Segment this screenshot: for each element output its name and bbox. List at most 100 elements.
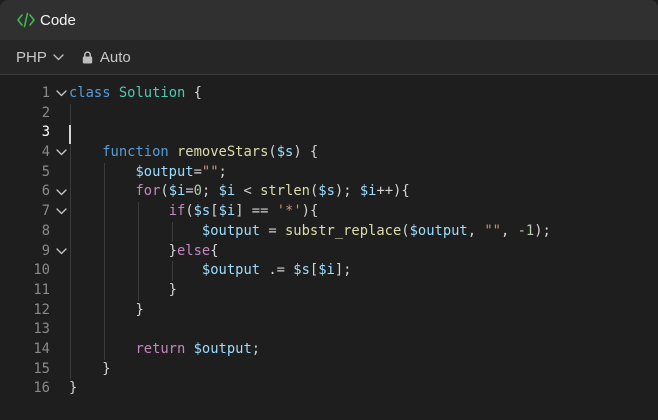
code-token: $output <box>201 262 261 279</box>
code-token: , <box>501 222 518 239</box>
code-token: 0 <box>193 183 202 200</box>
code-token: ( <box>268 144 277 161</box>
code-token: ); <box>334 183 360 200</box>
code-text: } <box>69 360 110 380</box>
code-token: "" <box>201 163 219 180</box>
code-token: < <box>235 183 261 200</box>
code-line[interactable]: 6 for($i=0; $i < strlen($s); $i++){ <box>0 182 658 202</box>
code-text: if($s[$i] == '*'){ <box>69 202 319 222</box>
code-icon <box>16 10 36 30</box>
code-token: ); <box>534 222 551 239</box>
code-token: function <box>102 144 169 161</box>
code-text: $output=""; <box>69 163 227 183</box>
code-token: "" <box>484 222 501 239</box>
chevron-down-icon <box>53 53 64 61</box>
code-token: return <box>135 340 186 357</box>
code-token: = <box>260 222 285 239</box>
lock-icon <box>82 50 93 64</box>
code-line[interactable]: 1 class Solution { <box>0 84 658 104</box>
code-token: ]; <box>334 262 352 279</box>
line-number: 13 <box>33 321 50 338</box>
code-line[interactable]: 8 $output = substr_replace($output, "", … <box>0 222 658 242</box>
code-text: function removeStars($s) { <box>69 143 318 163</box>
code-line[interactable]: 4 function removeStars($s) { <box>0 143 658 163</box>
code-token: ( <box>401 222 410 239</box>
code-line[interactable]: 16} <box>0 379 658 399</box>
code-token: $s <box>293 262 310 279</box>
line-number: 6 <box>41 183 50 200</box>
code-token: ) { <box>293 144 319 161</box>
code-editor[interactable]: 1 class Solution {2 3 4 function removeStar… <box>0 84 658 414</box>
code-line[interactable]: 9 }else{ <box>0 242 658 262</box>
line-number: 3 <box>41 124 50 141</box>
code-token: $i <box>318 262 335 279</box>
code-line[interactable]: 5 $output=""; <box>0 163 658 183</box>
code-line[interactable]: 15 } <box>0 360 658 380</box>
code-token: Solution <box>118 85 186 101</box>
code-token: } <box>69 380 78 397</box>
code-line[interactable]: 10 $output .= $s[$i]; <box>0 261 658 281</box>
code-token: class <box>69 85 111 101</box>
line-number: 10 <box>33 262 50 279</box>
code-token: { <box>210 242 219 259</box>
code-line[interactable]: 12 } <box>0 301 658 321</box>
line-number: 12 <box>33 301 50 318</box>
code-token: substr_replace <box>284 222 402 239</box>
fold-chevron-icon[interactable] <box>54 182 68 202</box>
code-panel: Code PHP Auto 1 class Solution {2 3 4 funct… <box>0 0 658 420</box>
panel-header: Code <box>0 0 658 40</box>
code-line[interactable]: 13 <box>0 320 658 340</box>
line-number: 11 <box>33 281 50 298</box>
code-token: $output <box>201 222 261 239</box>
line-number: 15 <box>33 360 50 377</box>
code-token: ){ <box>301 203 319 220</box>
fold-chevron-icon[interactable] <box>54 84 68 104</box>
code-token: ; <box>201 183 219 200</box>
code-token: else <box>176 242 211 259</box>
code-text: class Solution { <box>69 84 202 104</box>
code-token: } <box>69 281 177 298</box>
code-token: [ <box>309 262 319 279</box>
code-text: } <box>69 379 77 399</box>
code-token: $i <box>359 183 377 200</box>
code-token: '*' <box>276 203 302 220</box>
code-token: $output <box>193 340 252 357</box>
fold-chevron-icon[interactable] <box>54 242 68 262</box>
panel-title: Code <box>40 11 76 29</box>
code-token: $i <box>218 183 236 200</box>
code-line[interactable]: 11 } <box>0 281 658 301</box>
code-token: $output <box>409 222 468 239</box>
line-number: 7 <box>41 203 50 220</box>
code-token: = <box>185 183 194 200</box>
code-line[interactable]: 14 return $output; <box>0 340 658 360</box>
code-line[interactable]: 3 <box>0 123 658 143</box>
editor-toolbar: PHP Auto <box>0 40 658 75</box>
fold-chevron-icon[interactable] <box>54 202 68 222</box>
code-line[interactable]: 2 <box>0 104 658 124</box>
code-line[interactable]: 7 if($s[$i] == '*'){ <box>0 202 658 222</box>
code-token: { <box>185 85 202 101</box>
fold-chevron-icon[interactable] <box>54 143 68 163</box>
code-text: for($i=0; $i < strlen($s); $i++){ <box>69 182 409 202</box>
language-select[interactable]: PHP <box>16 49 64 66</box>
code-token: [ <box>210 203 219 220</box>
code-token: ; <box>218 163 227 180</box>
line-number: 2 <box>41 104 50 121</box>
auto-mode-label: Auto <box>99 48 131 66</box>
code-token: .= <box>260 262 294 279</box>
language-label: PHP <box>16 48 47 66</box>
code-token: } <box>69 301 144 318</box>
code-text: } <box>69 301 144 321</box>
auto-mode-toggle[interactable]: Auto <box>82 49 131 66</box>
code-text: $output .= $s[$i]; <box>69 261 352 281</box>
code-text: } <box>69 281 177 301</box>
line-number: 16 <box>33 380 50 397</box>
code-text: $output = substr_replace($output, "", -1… <box>69 222 551 242</box>
